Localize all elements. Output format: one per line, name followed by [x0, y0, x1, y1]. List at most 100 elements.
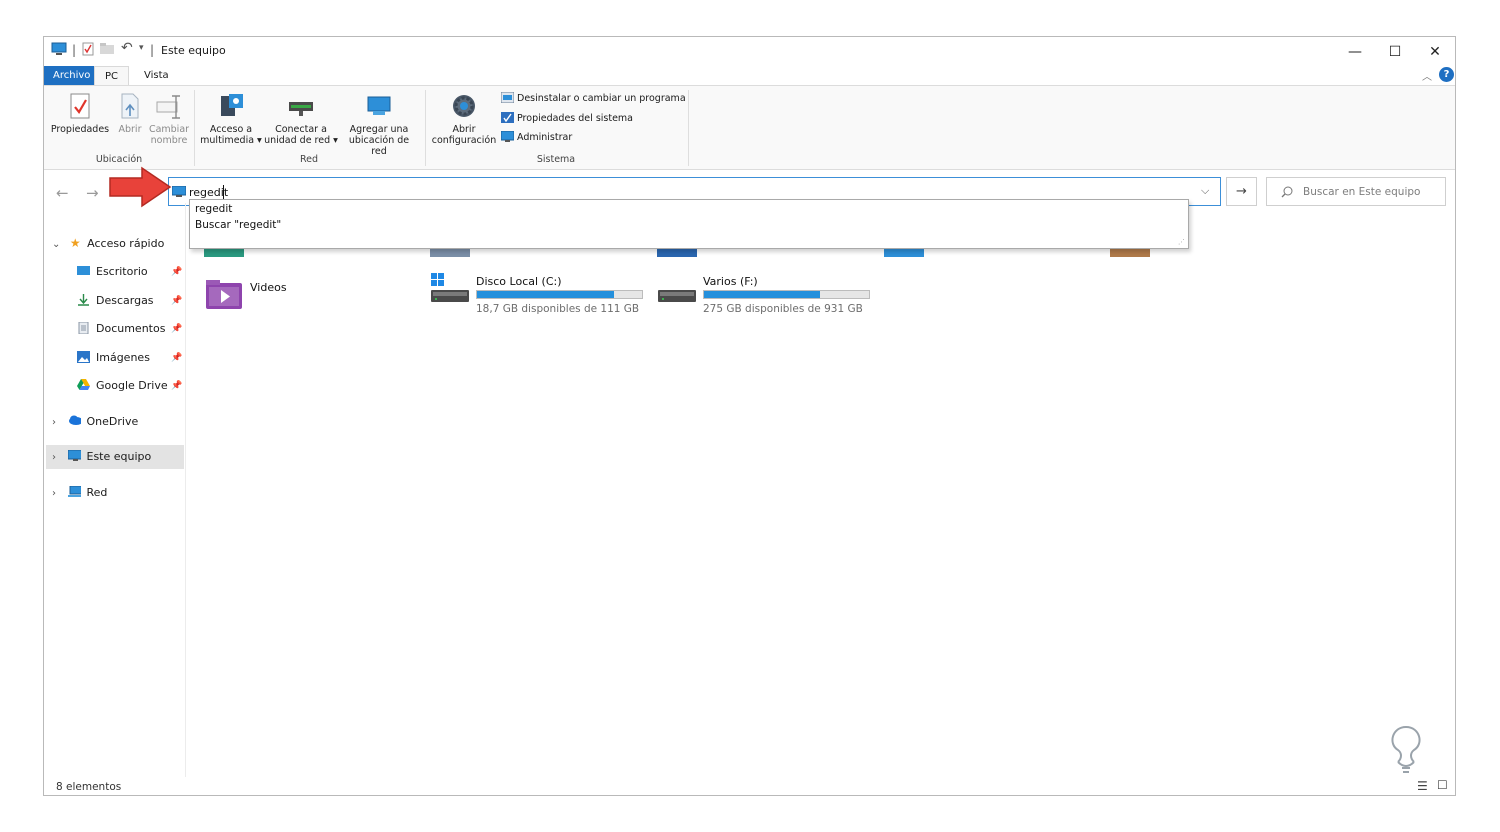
documentos-label: Documentos [96, 322, 166, 335]
abrir-configuracion-button[interactable]: Abrir configuración [430, 92, 498, 146]
google-drive-icon [77, 379, 90, 390]
desinstalar-programa-button[interactable]: Desinstalar o cambiar un programa [501, 90, 686, 108]
sidebar-item-google-drive[interactable]: Google Drive [77, 376, 168, 396]
large-icons-view-icon[interactable]: ☐ [1437, 778, 1448, 792]
administrar-button[interactable]: Administrar [501, 129, 572, 147]
conectar-label-1: Conectar a [275, 124, 327, 135]
sidebar-item-imagenes[interactable]: Imágenes [77, 348, 150, 368]
this-pc-small-icon [172, 186, 186, 197]
maximize-button[interactable]: ☐ [1375, 41, 1415, 63]
onedrive-label: OneDrive [86, 415, 139, 428]
propiedades-sistema-label: Propiedades del sistema [517, 113, 633, 124]
drive-c[interactable]: Disco Local (C:) 18,7 GB disponibles de … [430, 273, 650, 319]
drive-c-usage-bar [476, 290, 643, 299]
chevron-down-icon: ⌄ [52, 239, 61, 250]
configuracion-label-1: Abrir [452, 124, 476, 135]
multimedia-label-1: Acceso a [209, 124, 253, 135]
pin-icon[interactable]: 📌 [171, 296, 182, 306]
desktop-icon [77, 266, 90, 275]
minimize-button[interactable]: — [1335, 41, 1375, 63]
sidebar-item-quick-access[interactable]: ⌄ ★ Acceso rápido [52, 233, 164, 253]
ribbon-separator [425, 90, 426, 166]
watermark-logo-icon [1391, 726, 1421, 773]
hard-drive-icon [658, 290, 696, 302]
sidebar-item-red[interactable]: › Red [52, 483, 107, 503]
escritorio-label: Escritorio [96, 265, 148, 278]
annotation-arrow-icon [109, 166, 172, 208]
new-folder-quick-icon[interactable] [100, 43, 114, 54]
videos-folder[interactable]: Videos [204, 277, 404, 317]
text-caret [223, 185, 224, 199]
chevron-right-icon: › [52, 488, 56, 499]
tab-vista[interactable]: Vista [134, 66, 179, 85]
status-item-count: 8 elementos [56, 781, 122, 793]
sidebar-item-descargas[interactable]: Descargas [77, 291, 154, 311]
acceso-multimedia-button[interactable]: Acceso a multimedia ▾ [198, 92, 264, 146]
pin-icon[interactable]: 📌 [171, 267, 182, 277]
suggestion-regedit[interactable]: regedit [195, 203, 232, 215]
desinstalar-label: Desinstalar o cambiar un programa [517, 93, 686, 104]
sidebar-item-escritorio[interactable]: Escritorio [77, 262, 148, 282]
network-icon [67, 486, 81, 497]
properties-quick-icon[interactable] [82, 42, 94, 56]
separator-glyph: | [150, 43, 155, 57]
agregar-label-1: Agregar una [349, 124, 409, 135]
window-title: Este equipo [161, 44, 226, 57]
separator-glyph: | [72, 43, 77, 57]
pin-icon[interactable]: 📌 [171, 324, 182, 334]
cambiar-nombre-button[interactable]: Cambiar nombre [148, 92, 190, 146]
forward-arrow-icon[interactable]: → [86, 184, 99, 202]
drive-c-usage-fill [477, 291, 614, 298]
search-box[interactable]: Buscar en Este equipo [1266, 177, 1446, 206]
sidebar-item-documentos[interactable]: Documentos [77, 319, 165, 339]
close-button[interactable]: ✕ [1415, 41, 1455, 63]
tab-pc[interactable]: PC [94, 66, 130, 86]
customize-quick-access-icon[interactable]: ▾ [139, 43, 144, 53]
help-icon[interactable]: ? [1439, 67, 1454, 82]
suggestion-search-regedit[interactable]: Buscar "regedit" [195, 219, 281, 231]
onedrive-cloud-icon [68, 415, 81, 425]
videos-label: Videos [250, 281, 287, 294]
details-view-icon[interactable]: ☰ [1417, 779, 1428, 793]
drive-f-usage-fill [704, 291, 820, 298]
tab-archivo[interactable]: Archivo [44, 66, 100, 85]
undo-icon[interactable]: ↶ [121, 40, 133, 56]
back-arrow-icon[interactable]: ← [56, 184, 69, 202]
star-icon: ★ [69, 236, 81, 250]
manage-computer-icon [501, 131, 514, 142]
propiedades-button[interactable]: Propiedades [48, 92, 112, 135]
address-history-chevron-icon[interactable]: ⌵ [1201, 184, 1209, 198]
agregar-ubicacion-button[interactable]: Agregar una ubicación de red [340, 92, 418, 157]
conectar-unidad-button[interactable]: Conectar a unidad de red ▾ [264, 92, 338, 146]
sidebar-item-este-equipo[interactable]: › Este equipo [52, 447, 151, 467]
folder-tile-icon [884, 249, 924, 257]
network-drive-icon [289, 102, 313, 116]
drive-f-usage-bar [703, 290, 870, 299]
drive-c-label: Disco Local (C:) [476, 275, 562, 288]
drive-f-free-space: 275 GB disponibles de 931 GB [703, 303, 863, 315]
resize-grip-icon[interactable]: ⋰ [1178, 238, 1185, 246]
drive-f[interactable]: Varios (F:) 275 GB disponibles de 931 GB [657, 273, 877, 319]
multimedia-label-2: multimedia ▾ [200, 135, 262, 146]
pin-icon[interactable]: 📌 [171, 381, 182, 391]
abrir-button[interactable]: Abrir [114, 92, 146, 135]
go-arrow-button[interactable]: → [1226, 177, 1257, 206]
imagenes-label: Imágenes [96, 351, 150, 364]
cambiar-label-2: nombre [150, 135, 188, 146]
conectar-label-2: unidad de red ▾ [264, 135, 338, 146]
propiedades-label: Propiedades [50, 124, 110, 135]
quick-access-label: Acceso rápido [87, 237, 165, 250]
abrir-label: Abrir [118, 124, 142, 135]
cambiar-label-1: Cambiar [148, 124, 190, 135]
network-location-icon [367, 96, 391, 115]
google-drive-label: Google Drive [96, 379, 168, 392]
collapse-ribbon-icon[interactable]: ︿ [1422, 68, 1432, 83]
sidebar-item-onedrive[interactable]: › OneDrive [52, 412, 138, 432]
este-equipo-label: Este equipo [86, 450, 152, 463]
folder-tile-icon [204, 249, 244, 257]
search-placeholder: Buscar en Este equipo [1303, 186, 1421, 198]
configuracion-label-2: configuración [431, 135, 497, 146]
propiedades-sistema-button[interactable]: Propiedades del sistema [501, 110, 633, 128]
pin-icon[interactable]: 📌 [171, 353, 182, 363]
videos-folder-icon [206, 280, 242, 309]
